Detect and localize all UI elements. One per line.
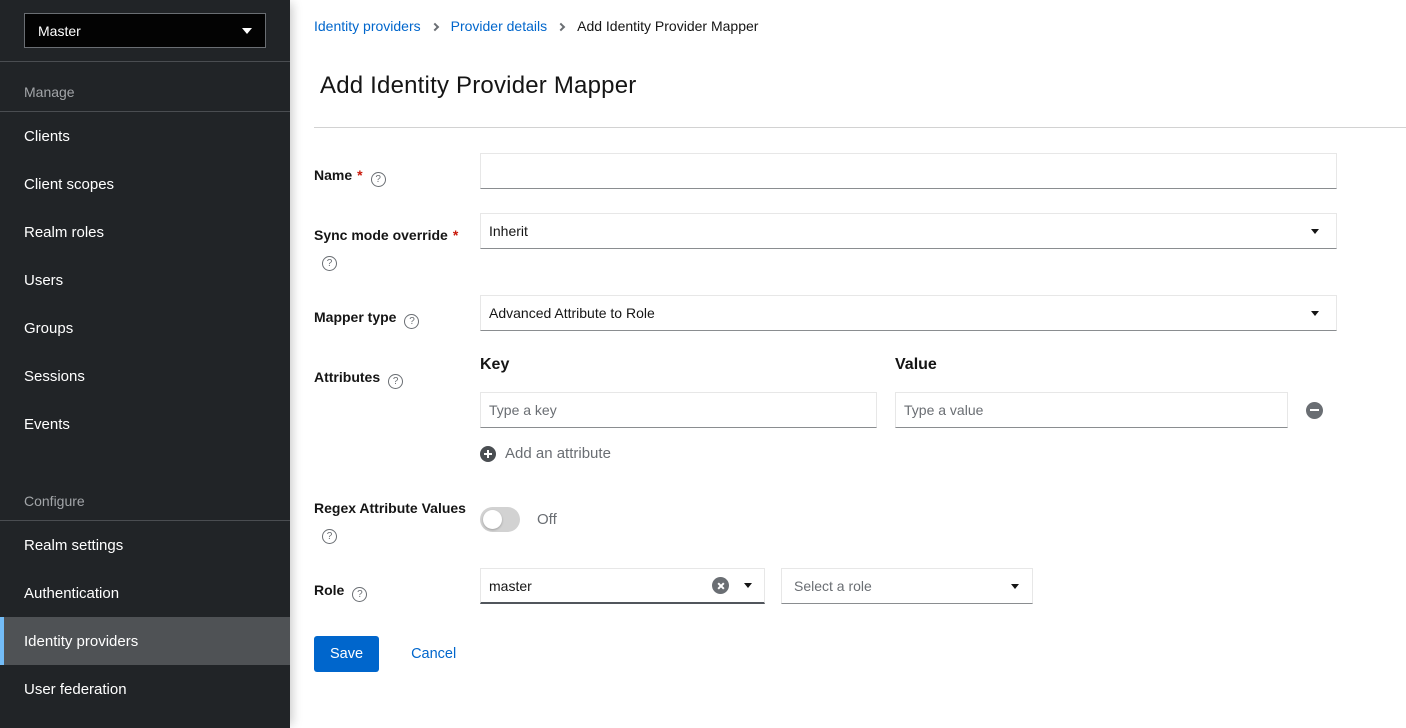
nav-section-title-configure: Configure	[0, 471, 290, 521]
breadcrumb-provider-details[interactable]: Provider details	[451, 18, 548, 34]
attributes-label-cell: Attributes	[314, 355, 480, 462]
realm-selector-dropdown[interactable]: Master	[24, 13, 266, 48]
form-row-name: Name *	[314, 153, 1337, 189]
attributes-control-cell: Key Value Add an attribute	[480, 355, 1337, 462]
question-circle-icon[interactable]	[371, 172, 386, 187]
role-controls: master Select a role	[480, 568, 1337, 604]
cancel-button[interactable]: Cancel	[411, 646, 456, 662]
sidebar-item-client-scopes[interactable]: Client scopes	[0, 160, 290, 208]
form-row-sync-mode-override: Sync mode override * Inherit	[314, 213, 1337, 271]
breadcrumb-current: Add Identity Provider Mapper	[577, 18, 758, 34]
regex-toggle[interactable]	[480, 507, 520, 532]
realm-selector-label: Master	[38, 23, 81, 39]
sidebar-item-realm-settings[interactable]: Realm settings	[0, 521, 290, 569]
sync-mode-label-cell: Sync mode override *	[314, 213, 480, 271]
breadcrumb-identity-providers[interactable]: Identity providers	[314, 18, 421, 34]
clear-circle-icon[interactable]	[712, 577, 729, 594]
attributes-headers: Key Value	[480, 355, 1337, 374]
attribute-key-input[interactable]	[480, 392, 877, 428]
question-circle-icon[interactable]	[352, 587, 367, 602]
regex-label-cell: Regex Attribute Values	[314, 486, 480, 544]
form-row-attributes: Attributes Key Value Add an attribute	[314, 355, 1337, 462]
chevron-right-icon	[557, 22, 565, 30]
sidebar: Master Manage Clients Client scopes Real…	[0, 0, 290, 728]
realm-selector-header: Master	[0, 0, 290, 62]
role-label: Role	[314, 582, 344, 598]
mapper-type-control-cell: Advanced Attribute to Role	[480, 295, 1337, 331]
attributes-label: Attributes	[314, 369, 380, 385]
mapper-type-selected-value: Advanced Attribute to Role	[489, 305, 655, 321]
sync-mode-control-cell: Inherit	[480, 213, 1337, 271]
question-circle-icon[interactable]	[322, 529, 337, 544]
nav-section-title-manage: Manage	[0, 62, 290, 112]
mapper-type-label-cell: Mapper type	[314, 295, 480, 331]
form-actions: Save Cancel	[314, 636, 1337, 672]
role-control-cell: master Select a role	[480, 568, 1337, 604]
sidebar-item-identity-providers[interactable]: Identity providers	[0, 617, 290, 665]
sidebar-item-authentication[interactable]: Authentication	[0, 569, 290, 617]
attribute-value-input[interactable]	[895, 392, 1288, 428]
caret-down-icon[interactable]	[744, 583, 752, 588]
sidebar-item-user-federation[interactable]: User federation	[0, 665, 290, 713]
page-title: Add Identity Provider Mapper	[320, 71, 1382, 101]
caret-down-icon	[1311, 229, 1319, 234]
attribute-row	[480, 392, 1337, 428]
required-asterisk: *	[453, 227, 458, 243]
mapper-type-select[interactable]: Advanced Attribute to Role	[480, 295, 1337, 331]
form-row-role: Role master Select a role	[314, 568, 1337, 604]
minus-circle-icon[interactable]	[1306, 402, 1323, 419]
save-button[interactable]: Save	[314, 636, 379, 672]
add-attribute-button[interactable]: Add an attribute	[480, 445, 611, 462]
chevron-right-icon	[430, 22, 438, 30]
sync-mode-label: Sync mode override	[314, 227, 448, 243]
sidebar-item-clients[interactable]: Clients	[0, 112, 290, 160]
sync-mode-selected-value: Inherit	[489, 223, 528, 239]
question-circle-icon[interactable]	[322, 256, 337, 271]
sync-mode-select[interactable]: Inherit	[480, 213, 1337, 249]
regex-label: Regex Attribute Values	[314, 500, 466, 516]
name-input[interactable]	[480, 153, 1337, 189]
sidebar-item-users[interactable]: Users	[0, 256, 290, 304]
name-label: Name	[314, 167, 352, 183]
role-select[interactable]: Select a role	[781, 568, 1033, 604]
sidebar-item-groups[interactable]: Groups	[0, 304, 290, 352]
toggle-knob	[483, 510, 502, 529]
plus-circle-icon	[480, 446, 496, 462]
sidebar-item-realm-roles[interactable]: Realm roles	[0, 208, 290, 256]
mapper-form: Name * Sync mode override * Inherit Mapper…	[290, 128, 1406, 672]
mapper-type-label: Mapper type	[314, 309, 396, 325]
question-circle-icon[interactable]	[404, 314, 419, 329]
question-circle-icon[interactable]	[388, 374, 403, 389]
role-select-placeholder: Select a role	[794, 578, 872, 594]
nav-section-manage: Manage Clients Client scopes Realm roles…	[0, 62, 290, 448]
regex-control-cell: Off	[480, 486, 1337, 544]
form-row-regex-attribute-values: Regex Attribute Values Off	[314, 486, 1337, 544]
caret-down-icon	[242, 28, 252, 34]
main-content: Identity providers Provider details Add …	[290, 0, 1406, 728]
regex-toggle-state: Off	[537, 511, 557, 528]
name-control-cell	[480, 153, 1337, 189]
breadcrumb: Identity providers Provider details Add …	[314, 18, 1382, 34]
required-asterisk: *	[357, 167, 362, 183]
caret-down-icon	[1311, 311, 1319, 316]
nav-section-configure: Configure Realm settings Authentication …	[0, 471, 290, 713]
role-typeahead[interactable]: master	[480, 568, 765, 604]
add-attribute-label: Add an attribute	[505, 445, 611, 462]
attributes-value-header: Value	[895, 356, 1288, 374]
role-typeahead-value: master	[489, 578, 712, 594]
role-label-cell: Role	[314, 568, 480, 604]
name-label-cell: Name *	[314, 153, 480, 189]
attributes-key-header: Key	[480, 356, 877, 374]
caret-down-icon	[1011, 584, 1019, 589]
form-row-mapper-type: Mapper type Advanced Attribute to Role	[314, 295, 1337, 331]
sidebar-item-sessions[interactable]: Sessions	[0, 352, 290, 400]
sidebar-item-events[interactable]: Events	[0, 400, 290, 448]
